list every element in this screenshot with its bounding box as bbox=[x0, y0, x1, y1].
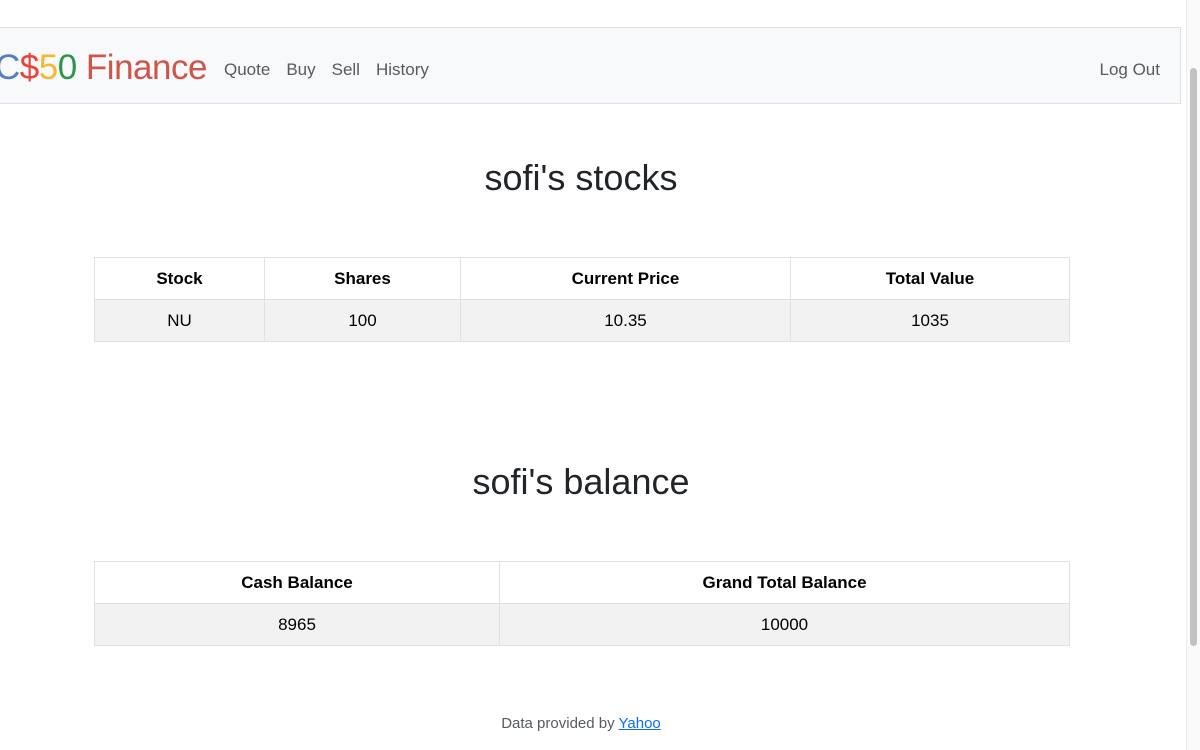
balance-header-cash: Cash Balance bbox=[94, 561, 500, 604]
footer: Data provided by Yahoo bbox=[0, 715, 1162, 733]
navbar: C$50 Finance Quote Buy Sell History Log … bbox=[0, 27, 1181, 104]
stocks-cell-current-price: 10.35 bbox=[460, 299, 791, 342]
stocks-title: sofi's stocks bbox=[484, 157, 678, 198]
table-row: NU 100 10.35 1035 bbox=[94, 299, 1070, 342]
logout-link[interactable]: Log Out bbox=[1100, 59, 1161, 81]
brand-word-finance: Finance bbox=[76, 48, 208, 87]
page-scrollbar[interactable] bbox=[1186, 0, 1200, 750]
brand-logo[interactable]: C$50 Finance bbox=[0, 48, 207, 88]
stocks-cell-stock: NU bbox=[94, 299, 265, 342]
balance-header-grand-total: Grand Total Balance bbox=[499, 561, 1070, 604]
stocks-header-current-price: Current Price bbox=[460, 257, 791, 300]
brand-letter-dollar: $ bbox=[19, 48, 39, 87]
scrollbar-thumb[interactable] bbox=[1190, 68, 1197, 646]
brand-letter-zero: 0 bbox=[57, 48, 77, 87]
footer-text: Data provided by bbox=[501, 715, 619, 732]
brand-letter-c: C bbox=[0, 48, 20, 87]
stocks-table: Stock Shares Current Price Total Value N… bbox=[94, 257, 1070, 342]
balance-table-header-row: Cash Balance Grand Total Balance bbox=[94, 561, 1070, 604]
stocks-header-shares: Shares bbox=[264, 257, 461, 300]
nav-link-buy[interactable]: Buy bbox=[286, 59, 315, 81]
stocks-header-stock: Stock bbox=[94, 257, 265, 300]
nav-link-history[interactable]: History bbox=[376, 59, 429, 81]
balance-table: Cash Balance Grand Total Balance 8965 10… bbox=[94, 561, 1070, 646]
nav-link-quote[interactable]: Quote bbox=[224, 59, 270, 81]
brand-letter-five: 5 bbox=[38, 48, 58, 87]
stocks-table-header-row: Stock Shares Current Price Total Value bbox=[94, 257, 1070, 300]
stocks-cell-shares: 100 bbox=[264, 299, 461, 342]
stocks-cell-total-value: 1035 bbox=[790, 299, 1070, 342]
balance-cell-cash: 8965 bbox=[94, 603, 500, 646]
balance-cell-grand-total: 10000 bbox=[499, 603, 1070, 646]
nav-link-sell[interactable]: Sell bbox=[332, 59, 360, 81]
balance-title: sofi's balance bbox=[472, 461, 690, 502]
stocks-header-total-value: Total Value bbox=[790, 257, 1070, 300]
table-row: 8965 10000 bbox=[94, 603, 1070, 646]
yahoo-link[interactable]: Yahoo bbox=[619, 715, 661, 732]
nav-links: Quote Buy Sell History bbox=[224, 59, 429, 81]
